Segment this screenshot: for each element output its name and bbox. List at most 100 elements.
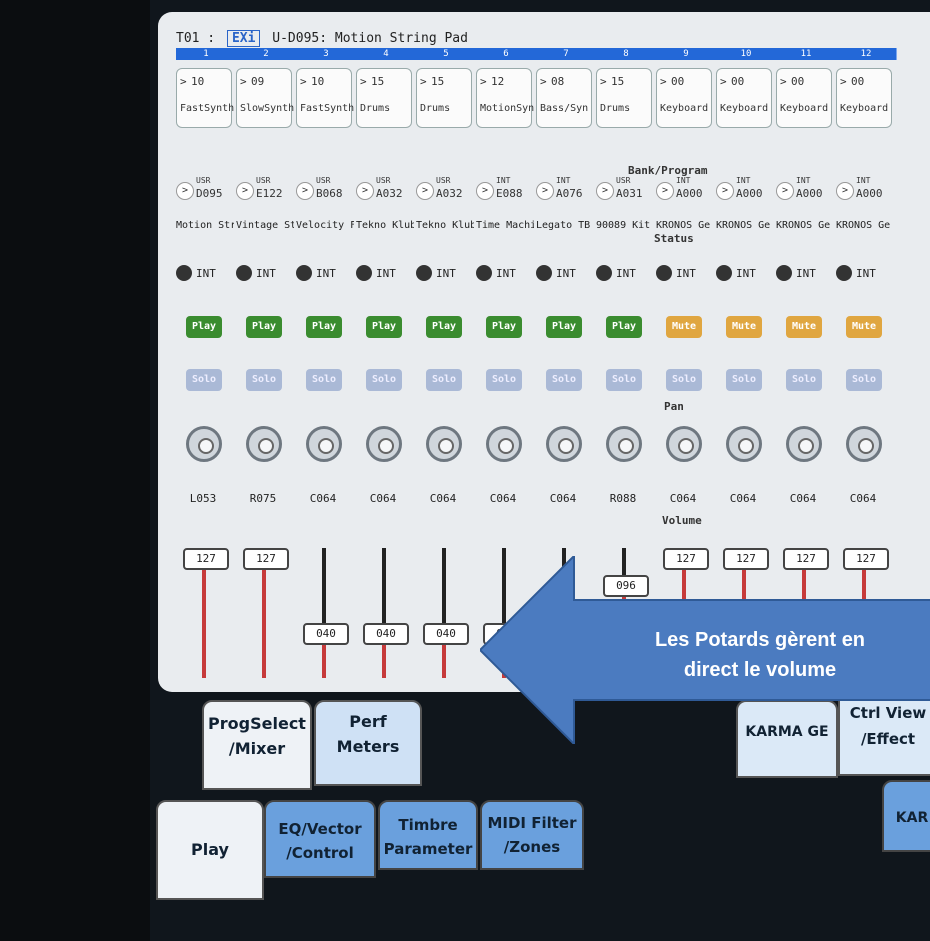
program-category-card[interactable]: >15 Drums [596, 68, 652, 128]
mute-button[interactable]: Mute [726, 316, 762, 338]
volume-fader-cap[interactable]: 127 [243, 548, 289, 570]
bank-program[interactable]: > INT A000 [776, 176, 834, 204]
program-category-card[interactable]: >00 Keyboard [836, 68, 892, 128]
channel-number[interactable]: 4 [356, 48, 417, 60]
bank-program[interactable]: > INT A000 [836, 176, 894, 204]
mute-button[interactable]: Mute [666, 316, 702, 338]
status-selector[interactable]: INT [536, 263, 596, 285]
play-button[interactable]: Play [366, 316, 402, 338]
status-selector[interactable]: INT [596, 263, 656, 285]
pan-knob[interactable] [546, 426, 582, 462]
volume-fader-cap[interactable]: 040 [303, 623, 349, 645]
volume-fader-cap[interactable]: 040 [423, 623, 469, 645]
bank-program[interactable]: > INT A000 [656, 176, 714, 204]
solo-button[interactable]: Solo [186, 369, 222, 391]
status-selector[interactable]: INT [656, 263, 716, 285]
solo-button[interactable]: Solo [486, 369, 522, 391]
play-button[interactable]: Play [246, 316, 282, 338]
solo-button[interactable]: Solo [366, 369, 402, 391]
program-category-card[interactable]: >08 Bass/Syn [536, 68, 592, 128]
volume-fader-cap[interactable]: 040 [363, 623, 409, 645]
play-button[interactable]: Play [486, 316, 522, 338]
solo-button[interactable]: Solo [666, 369, 702, 391]
program-category-card[interactable]: >10 FastSynth [176, 68, 234, 128]
bank-program[interactable]: > USR E122 [236, 176, 294, 204]
status-selector[interactable]: INT [236, 263, 296, 285]
channel-number[interactable]: 6 [476, 48, 537, 60]
play-button[interactable]: Play [306, 316, 342, 338]
bank-program[interactable]: > INT A076 [536, 176, 594, 204]
bank-program[interactable]: > USR A031 [596, 176, 654, 204]
mute-button[interactable]: Mute [786, 316, 822, 338]
volume-fader[interactable] [442, 548, 446, 678]
solo-button[interactable]: Solo [726, 369, 762, 391]
bank-program[interactable]: > INT A000 [716, 176, 774, 204]
mode-badge[interactable]: EXi [226, 30, 261, 47]
pan-knob[interactable] [426, 426, 462, 462]
channel-number[interactable]: 8 [596, 48, 657, 60]
solo-button[interactable]: Solo [426, 369, 462, 391]
status-selector[interactable]: INT [776, 263, 836, 285]
tab-timbre-parameter[interactable]: Timbre Parameter [378, 800, 478, 870]
status-selector[interactable]: INT [416, 263, 476, 285]
solo-button[interactable]: Solo [306, 369, 342, 391]
volume-fader[interactable] [382, 548, 386, 678]
tab-play[interactable]: Play [156, 800, 264, 900]
program-category-card[interactable]: >00 Keyboard [776, 68, 832, 128]
mute-button[interactable]: Mute [846, 316, 882, 338]
play-button[interactable]: Play [546, 316, 582, 338]
channel-number[interactable]: 2 [236, 48, 297, 60]
volume-fader-cap[interactable]: 127 [183, 548, 229, 570]
bank-program[interactable]: > USR A032 [416, 176, 474, 204]
bank-program[interactable]: > USR D095 [176, 176, 234, 204]
status-selector[interactable]: INT [476, 263, 536, 285]
program-category-card[interactable]: >00 Keyboard [716, 68, 772, 128]
bank-program[interactable]: > INT E088 [476, 176, 534, 204]
pan-knob[interactable] [726, 426, 762, 462]
channel-number[interactable]: 7 [536, 48, 597, 60]
channel-number[interactable]: 10 [716, 48, 777, 60]
play-button[interactable]: Play [426, 316, 462, 338]
channel-number[interactable]: 1 [176, 48, 237, 60]
pan-knob[interactable] [486, 426, 522, 462]
channel-number[interactable]: 12 [836, 48, 897, 60]
tab-perf-meters[interactable]: Perf Meters [314, 700, 422, 786]
pan-knob[interactable] [666, 426, 702, 462]
tab-midi-filter-zones[interactable]: MIDI Filter /Zones [480, 800, 584, 870]
channel-number[interactable]: 3 [296, 48, 357, 60]
play-button[interactable]: Play [606, 316, 642, 338]
status-selector[interactable]: INT [296, 263, 356, 285]
solo-button[interactable]: Solo [606, 369, 642, 391]
bank-program[interactable]: > USR B068 [296, 176, 354, 204]
solo-button[interactable]: Solo [846, 369, 882, 391]
pan-knob[interactable] [846, 426, 882, 462]
channel-number[interactable]: 11 [776, 48, 837, 60]
bank-program[interactable]: > USR A032 [356, 176, 414, 204]
tab-eq-vector-control[interactable]: EQ/Vector /Control [264, 800, 376, 878]
tab-progselect-mixer[interactable]: ProgSelect /Mixer [202, 700, 312, 790]
pan-knob[interactable] [306, 426, 342, 462]
pan-knob[interactable] [186, 426, 222, 462]
channel-number[interactable]: 9 [656, 48, 717, 60]
solo-button[interactable]: Solo [246, 369, 282, 391]
program-category-card[interactable]: >15 Drums [356, 68, 412, 128]
solo-button[interactable]: Solo [546, 369, 582, 391]
tab-kar[interactable]: KAR [882, 780, 930, 852]
play-button[interactable]: Play [186, 316, 222, 338]
program-category-card[interactable]: >12 MotionSyn [476, 68, 534, 128]
pan-knob[interactable] [246, 426, 282, 462]
status-selector[interactable]: INT [716, 263, 776, 285]
status-selector[interactable]: INT [836, 263, 896, 285]
volume-fader[interactable] [322, 548, 326, 678]
program-category-card[interactable]: >00 Keyboard [656, 68, 712, 128]
program-category-card[interactable]: >09 SlowSynth [236, 68, 294, 128]
pan-knob[interactable] [366, 426, 402, 462]
status-selector[interactable]: INT [176, 263, 236, 285]
solo-button[interactable]: Solo [786, 369, 822, 391]
channel-number[interactable]: 5 [416, 48, 477, 60]
pan-knob[interactable] [786, 426, 822, 462]
pan-knob[interactable] [606, 426, 642, 462]
program-category-card[interactable]: >10 FastSynth [296, 68, 354, 128]
program-category-card[interactable]: >15 Drums [416, 68, 472, 128]
status-selector[interactable]: INT [356, 263, 416, 285]
